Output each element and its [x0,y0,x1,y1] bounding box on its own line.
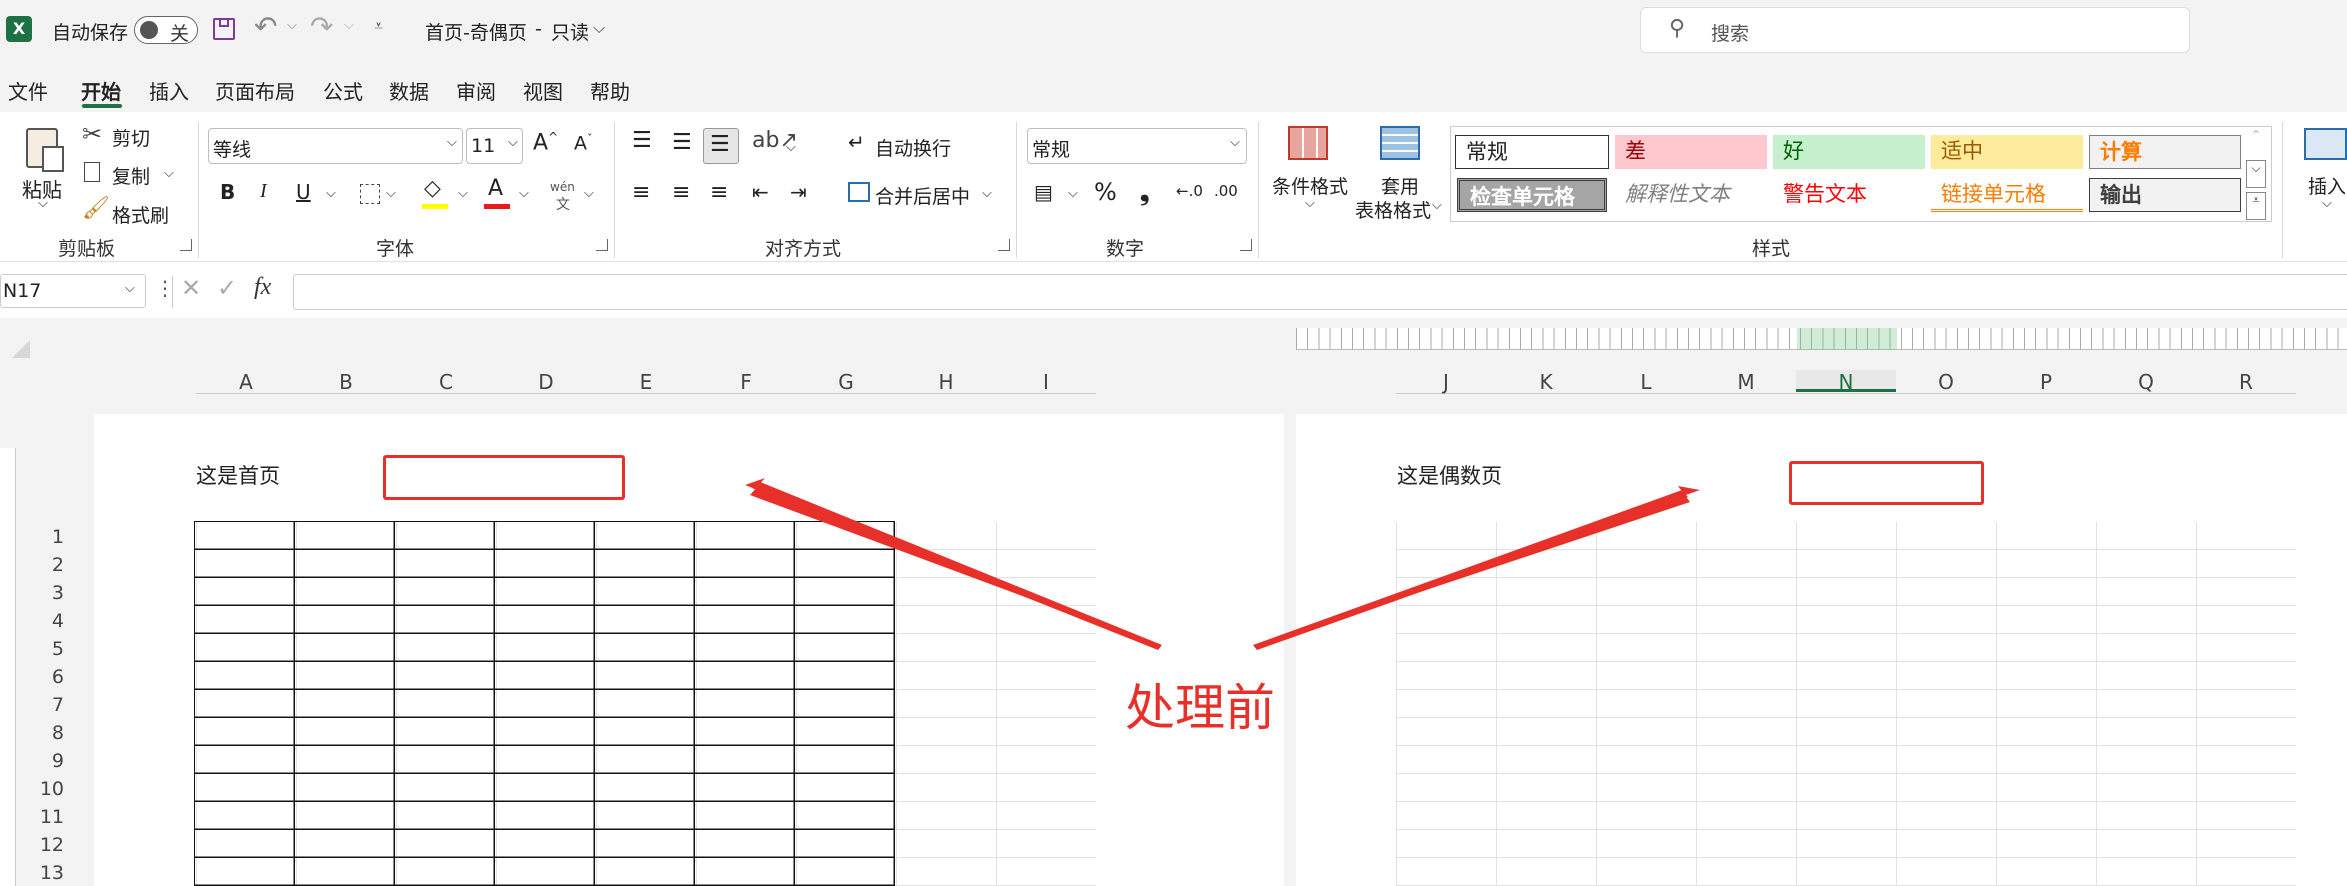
arrows-layer [745,478,1700,650]
annotation-label: 处理前 [1125,679,1275,737]
arrow-shaft-odd [752,482,1162,650]
arrow-shaft-even [1253,490,1688,650]
